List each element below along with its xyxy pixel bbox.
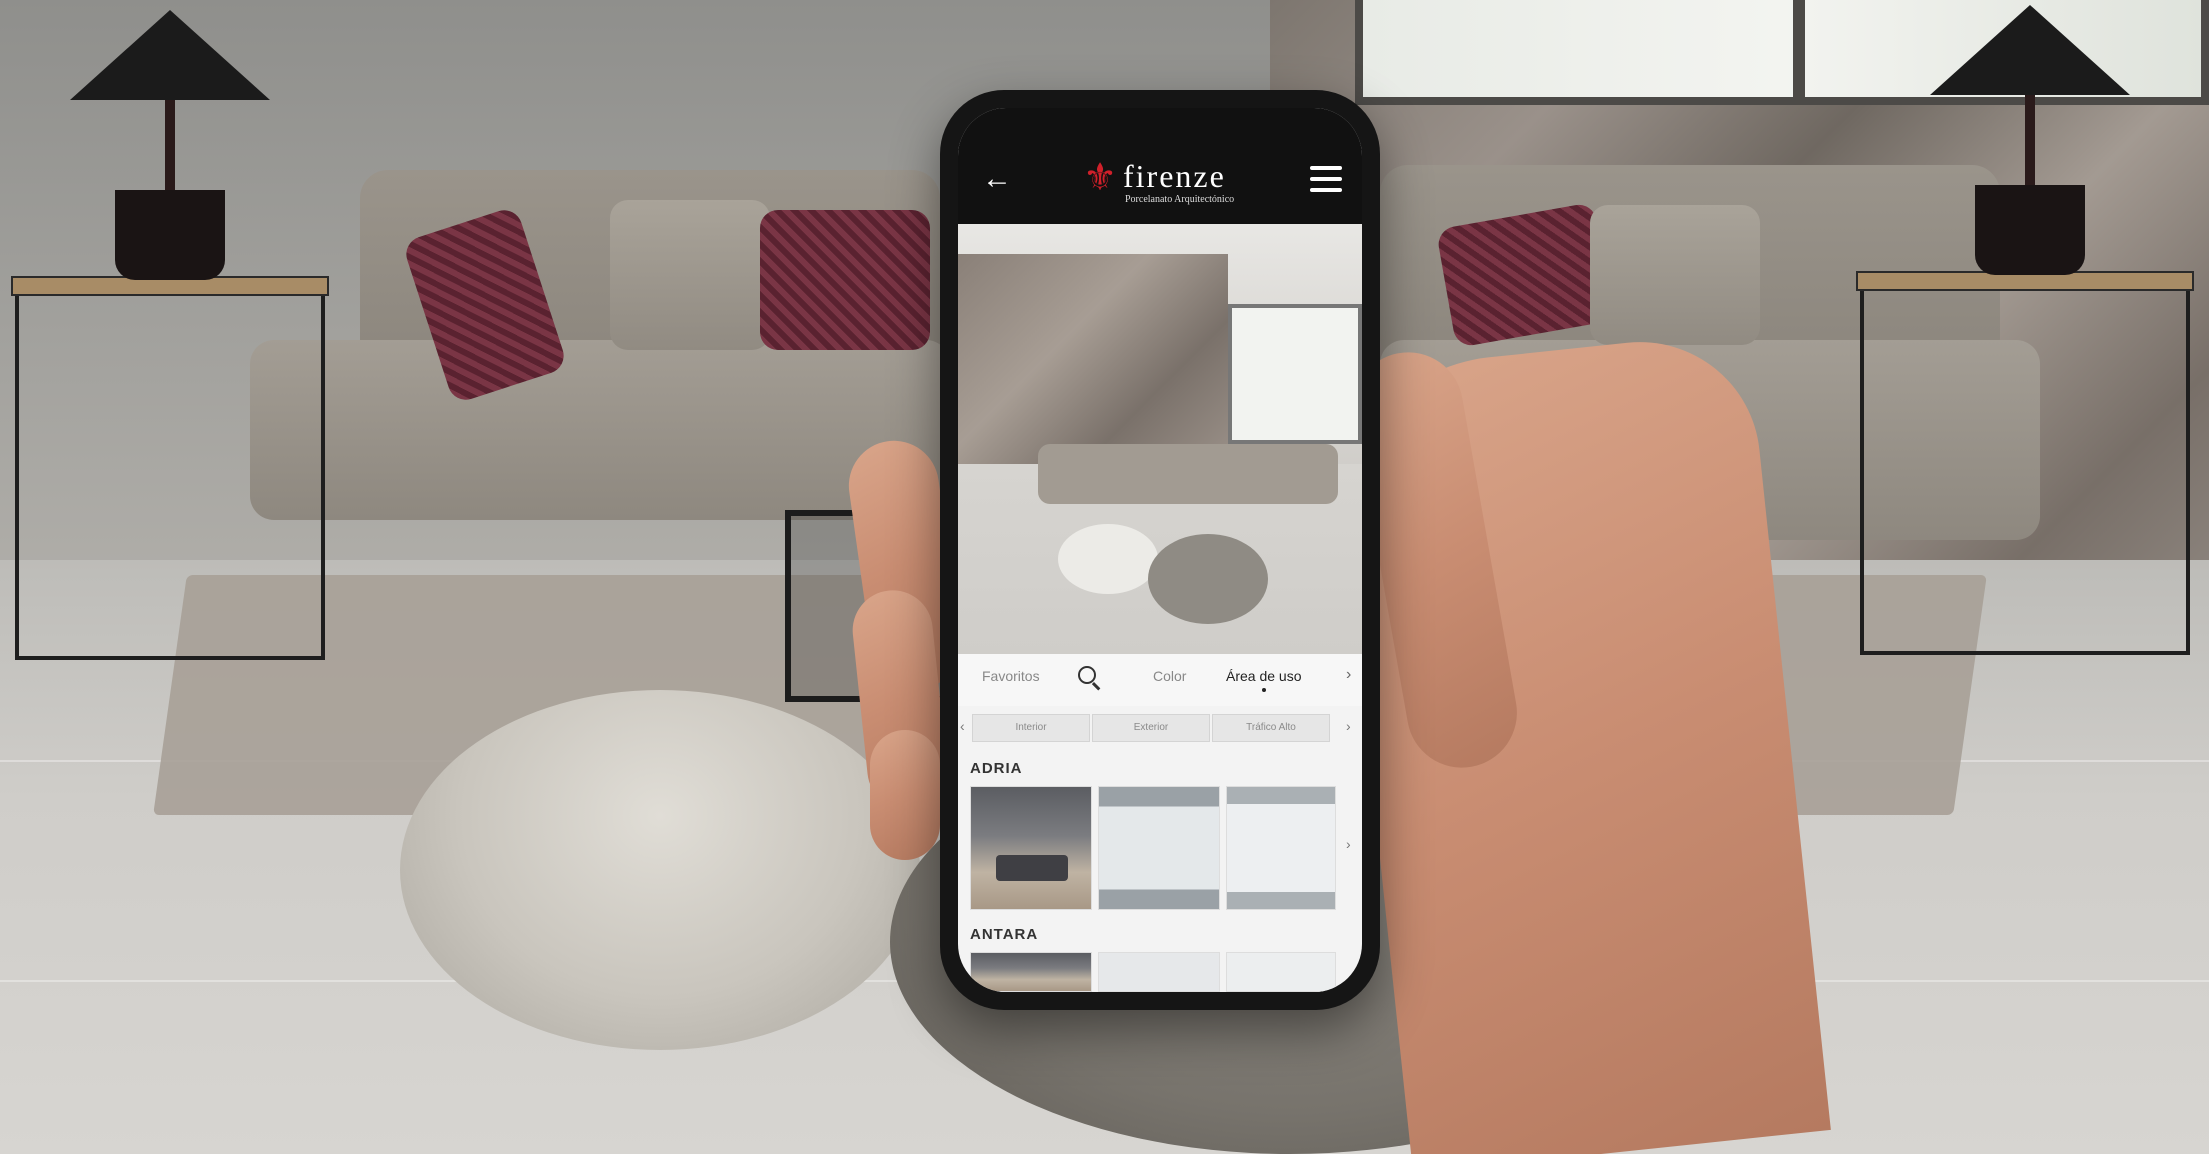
brand-name: firenze: [1123, 158, 1226, 194]
app-header: ← ⚜ firenze Porcelanato Arquitectónico: [958, 108, 1362, 224]
firenze-logo: ⚜ firenze Porcelanato Arquitectónico: [1083, 158, 1253, 208]
brand-tagline: Porcelanato Arquitectónico: [1125, 194, 1235, 205]
side-table-left: [11, 276, 329, 660]
sofa-left-seat: [250, 340, 950, 520]
phone-screen: ← ⚜ firenze Porcelanato Arquitectónico F…: [958, 108, 1362, 992]
product-thumbnail[interactable]: [1226, 786, 1336, 910]
chips-next-arrow[interactable]: ›: [1346, 718, 1351, 734]
lamp-stem: [2025, 95, 2035, 185]
tab-color[interactable]: Color: [1153, 668, 1186, 684]
hamburger-menu-icon[interactable]: [1310, 164, 1342, 194]
chip-exterior[interactable]: Exterior: [1092, 714, 1210, 742]
chip-trafico-alto[interactable]: Tráfico Alto: [1212, 714, 1330, 742]
product-thumbnail[interactable]: [970, 952, 1092, 992]
lamp-stem: [165, 100, 175, 190]
lamp-base: [115, 190, 225, 280]
pillow: [1590, 205, 1760, 345]
back-arrow-icon[interactable]: ←: [980, 164, 1014, 198]
fleur-de-lis-icon: ⚜: [1083, 157, 1118, 199]
tab-area-de-uso[interactable]: Área de uso: [1226, 668, 1302, 692]
chip-interior[interactable]: Interior: [972, 714, 1090, 742]
tabs-next-arrow[interactable]: ›: [1346, 666, 1351, 684]
lamp-shade: [1930, 5, 2130, 95]
search-icon[interactable]: [1078, 666, 1096, 684]
product-thumbnail[interactable]: [1226, 952, 1336, 992]
side-table-right: [1856, 271, 2194, 655]
lamp-base: [1975, 185, 2085, 275]
hero-room-image: [958, 224, 1362, 654]
tab-favoritos[interactable]: Favoritos: [982, 668, 1040, 684]
product-thumbnail[interactable]: [1098, 786, 1220, 910]
pillow: [610, 200, 770, 350]
collection-title-adria: ADRIA: [970, 760, 1023, 777]
filter-chips: ‹ Interior Exterior Tráfico Alto ›: [958, 706, 1362, 750]
product-thumbnail[interactable]: [1098, 952, 1220, 992]
lamp-shade: [70, 10, 270, 100]
pillow: [760, 210, 930, 350]
chips-prev-arrow[interactable]: ‹: [960, 718, 965, 734]
collection-title-antara: ANTARA: [970, 926, 1039, 943]
collection-next-arrow[interactable]: ›: [1346, 836, 1351, 852]
category-tabs: Favoritos Color Área de uso ›: [958, 654, 1362, 707]
smartphone: ← ⚜ firenze Porcelanato Arquitectónico F…: [940, 90, 1380, 1010]
pouf-light: [400, 690, 920, 1050]
product-thumbnail[interactable]: [970, 786, 1092, 910]
finger: [870, 730, 940, 860]
